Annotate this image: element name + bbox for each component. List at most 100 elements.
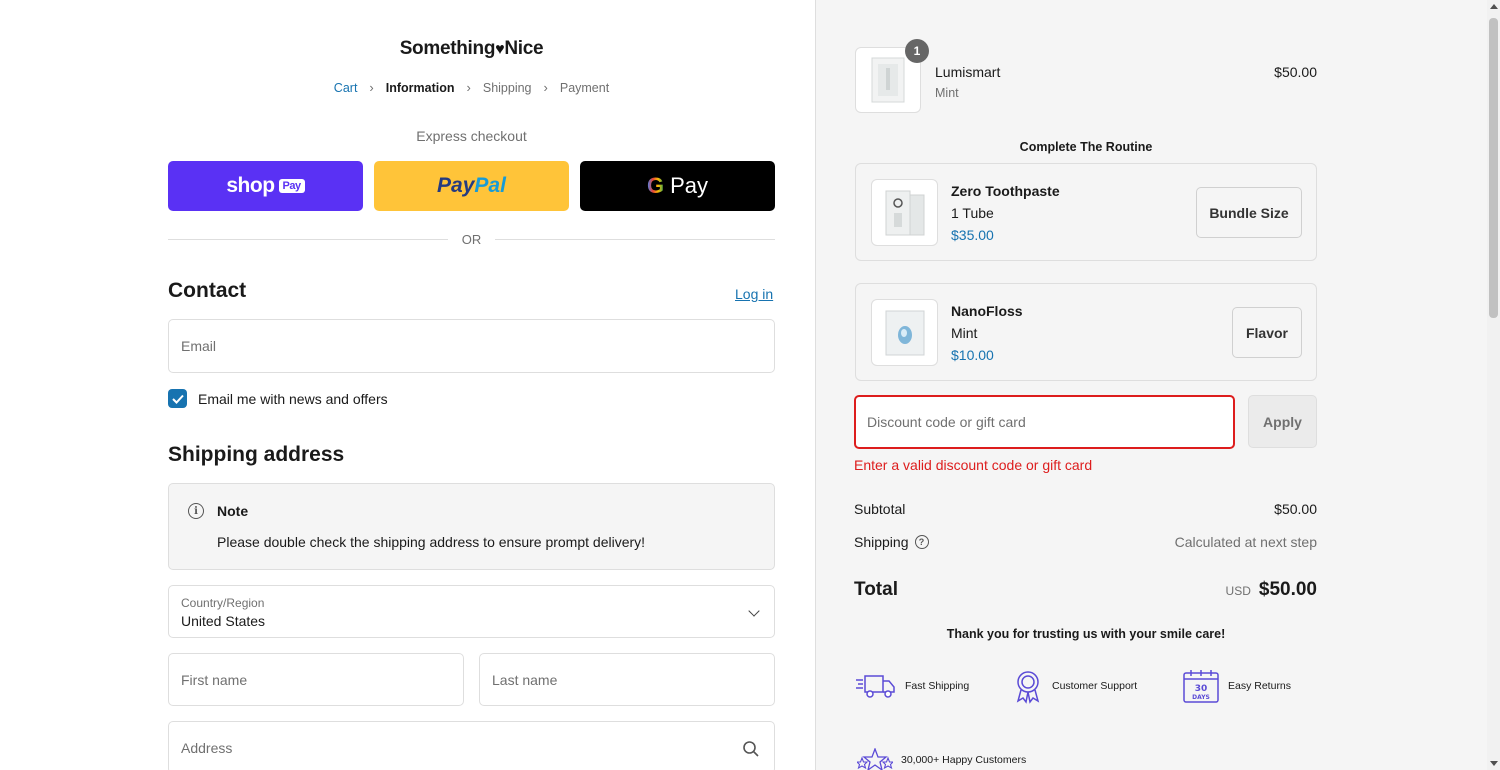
scroll-down-arrow-icon[interactable] <box>1490 761 1498 766</box>
chevron-down-icon <box>748 605 760 617</box>
paypal-wordmark-a: Pay <box>437 174 475 197</box>
perk-happy-customers: 30,000+ Happy Customers <box>857 748 1026 770</box>
shipping-label-text: Shipping <box>854 534 909 550</box>
chevron-right-icon: › <box>369 80 374 95</box>
upsell-card: Zero Toothpaste 1 Tube $35.00 Bundle Siz… <box>855 163 1317 261</box>
last-name-field[interactable]: Last name <box>479 653 775 706</box>
store-name-right: Nice <box>504 38 544 59</box>
chevron-right-icon: › <box>543 80 548 95</box>
upsell-name: NanoFloss <box>951 303 1023 319</box>
discount-placeholder: Discount code or gift card <box>867 414 1026 430</box>
email-field[interactable]: Email <box>168 319 775 373</box>
paypal-wordmark-b: Pal <box>474 174 506 197</box>
perk-fast-shipping: Fast Shipping <box>855 670 969 702</box>
scroll-up-arrow-icon[interactable] <box>1490 4 1498 9</box>
perk-easy-returns: 30 DAYS Easy Returns <box>1182 668 1291 704</box>
calendar-icon: 30 DAYS <box>1183 670 1219 703</box>
breadcrumb-payment: Payment <box>559 80 610 95</box>
toothpaste-product-image <box>885 190 924 235</box>
country-label: Country/Region <box>181 596 265 610</box>
breadcrumb-information: Information <box>385 80 455 95</box>
search-icon[interactable] <box>742 740 760 758</box>
apply-discount-button[interactable]: Apply <box>1248 395 1317 448</box>
item-price: $50.00 <box>1274 64 1317 80</box>
lumismart-product-image <box>871 57 905 103</box>
discount-error-message: Enter a valid discount code or gift card <box>854 457 1093 473</box>
scrollbar[interactable] <box>1487 0 1500 770</box>
subtotal-value: $50.00 <box>1274 501 1317 517</box>
first-name-placeholder: First name <box>181 671 248 688</box>
shop-pay-button[interactable]: shop Pay <box>168 161 363 211</box>
upsell-variant: 1 Tube <box>951 205 994 221</box>
routine-title: Complete The Routine <box>1019 140 1153 154</box>
help-icon[interactable]: ? <box>914 535 929 549</box>
delivery-truck-icon <box>856 675 895 698</box>
google-pay-button[interactable]: G Pay <box>580 161 775 211</box>
upsell-card: NanoFloss Mint $10.00 Flavor <box>855 283 1317 381</box>
note-text: Please double check the shipping address… <box>217 534 646 550</box>
item-variant: Mint <box>935 86 959 100</box>
currency-code: USD <box>1225 584 1251 598</box>
order-summary <box>815 0 1487 770</box>
award-badge-icon <box>1016 671 1040 704</box>
thank-you-message: Thank you for trusting us with your smil… <box>946 627 1226 641</box>
shop-pay-wordmark: shop <box>226 174 275 197</box>
country-value: United States <box>181 613 266 629</box>
country-select[interactable]: Country/Region United States <box>168 585 775 638</box>
subtotal-label: Subtotal <box>854 501 905 517</box>
shipping-address-title: Shipping address <box>168 443 345 466</box>
divider-line <box>495 239 775 240</box>
floss-product-image <box>885 310 924 355</box>
newsletter-checkbox[interactable] <box>168 389 187 408</box>
store-name-left: Something <box>399 38 496 59</box>
address-field[interactable]: Address <box>168 721 775 770</box>
upsell-name: Zero Toothpaste <box>951 183 1060 199</box>
address-placeholder: Address <box>181 739 233 756</box>
upsell-thumbnail <box>871 299 938 366</box>
subtotal-label-text: Subtotal <box>854 501 906 517</box>
heart-icon: ♥ <box>495 41 505 58</box>
store-logo[interactable]: Something♥Nice <box>0 38 943 60</box>
upsell-price: $35.00 <box>951 227 994 243</box>
or-label: OR <box>461 232 482 247</box>
google-pay-label: Pay <box>670 173 709 198</box>
first-name-field[interactable]: First name <box>168 653 464 706</box>
divider-line <box>168 239 448 240</box>
note-title: Note <box>217 503 249 519</box>
breadcrumb-cart[interactable]: Cart <box>334 81 358 95</box>
or-divider: OR <box>168 232 775 247</box>
discount-code-input[interactable]: Discount code or gift card <box>854 395 1235 449</box>
paypal-button[interactable]: Pay Pal <box>374 161 569 211</box>
contact-title: Contact <box>168 279 247 302</box>
quantity-badge: 1 <box>905 39 929 63</box>
google-g-icon: G <box>646 173 665 198</box>
perk-customer-support: Customer Support <box>1012 668 1137 704</box>
bundle-size-button[interactable]: Bundle Size <box>1196 187 1302 238</box>
login-link[interactable]: Log in <box>735 286 773 302</box>
info-icon: i <box>188 503 204 519</box>
email-placeholder: Email <box>181 338 217 354</box>
returns-badge-unit: DAYS <box>1192 694 1210 701</box>
last-name-placeholder: Last name <box>492 671 558 688</box>
shipping-note: i Note Please double check the shipping … <box>168 483 775 570</box>
checkout-main: Something♥Nice Cart › Information › Ship… <box>0 0 815 770</box>
total-amount: $50.00 <box>1258 579 1317 600</box>
flavor-button[interactable]: Flavor <box>1232 307 1302 358</box>
item-name: Lumismart <box>935 64 1001 80</box>
express-checkout-label: Express checkout <box>416 128 527 144</box>
shipping-label: Shipping ? <box>854 534 929 550</box>
scrollbar-thumb[interactable] <box>1489 18 1498 318</box>
upsell-thumbnail <box>871 179 938 246</box>
perk-label: 30,000+ Happy Customers <box>901 754 1027 766</box>
breadcrumb: Cart › Information › Shipping › Payment <box>168 80 775 95</box>
checkmark-icon <box>171 394 184 404</box>
upsell-price: $10.00 <box>951 347 994 363</box>
perk-label: Easy Returns <box>1228 680 1292 692</box>
stars-icon <box>857 748 893 770</box>
chevron-right-icon: › <box>466 80 471 95</box>
shop-pay-tag: Pay <box>278 179 305 193</box>
total-label: Total <box>854 579 898 600</box>
perk-label: Fast Shipping <box>905 680 970 692</box>
breadcrumb-shipping: Shipping <box>482 80 532 95</box>
total-value: USD $50.00 <box>1226 579 1317 601</box>
